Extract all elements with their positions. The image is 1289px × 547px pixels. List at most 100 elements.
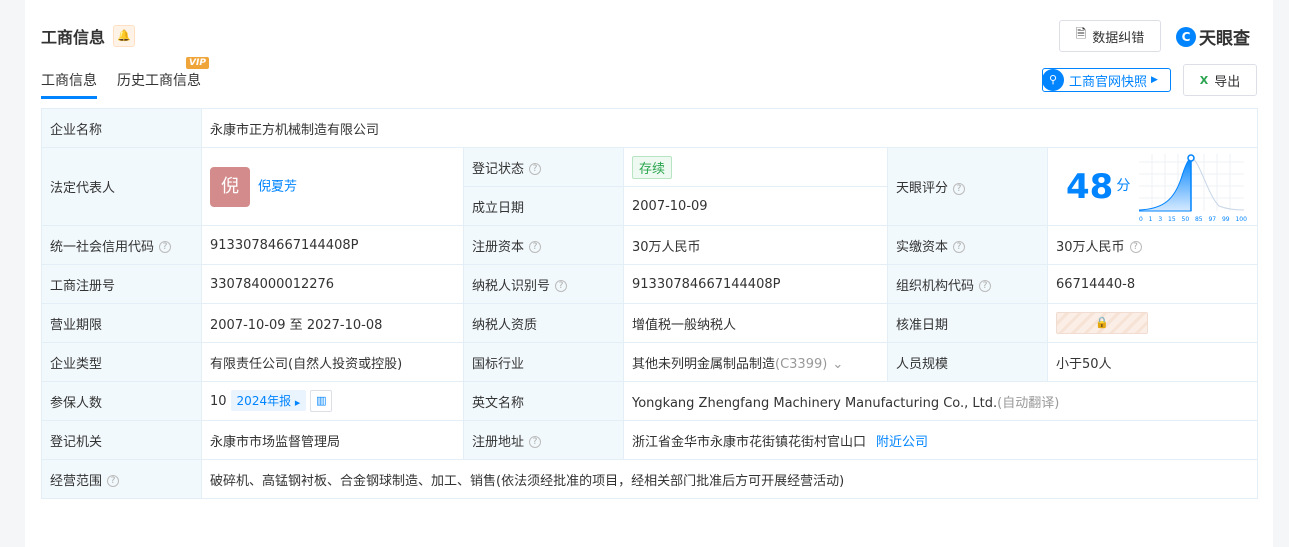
- table-row: 企业名称 永康市正方机械制造有限公司: [41, 108, 1258, 148]
- tianyancha-logo: C 天眼查: [1176, 24, 1250, 49]
- label: 注册资本: [472, 239, 525, 255]
- score-cell[interactable]: 48 分 0 1 3 15 50 85 97 99 100: [1047, 147, 1258, 226]
- label: 参保人数: [41, 381, 202, 421]
- help-icon[interactable]: ?: [979, 280, 992, 292]
- table-row: 登记机关 永康市市场监督管理局 注册地址? 浙江省金华市永康市花街镇花街村官山口…: [41, 420, 1258, 460]
- help-icon[interactable]: ?: [1129, 241, 1142, 253]
- score-distribution-chart: 0 1 3 15 50 85 97 99 100: [1138, 153, 1247, 223]
- table-row: 统一社会信用代码? 91330784667144408P 注册资本? 30万人民…: [41, 225, 1258, 265]
- auto-translate-note: (自动翻译): [997, 395, 1060, 411]
- axis-tick: 50: [1181, 215, 1190, 223]
- label: 登记状态: [472, 161, 525, 177]
- label-cell: 注册地址?: [463, 420, 624, 460]
- business-scope: 破碎机、高锰钢衬板、合金钢球制造、加工、销售(依法须经批准的项目，经相关部门批准…: [201, 459, 1258, 499]
- business-info-card: 工商信息 🔔 工商信息 历史工商信息 VIP 🗎 数据纠错 C 天眼查 ⚲ 工商官网快…: [25, 0, 1273, 547]
- company-type: 有限责任公司(自然人投资或控股): [201, 342, 464, 382]
- official-snapshot-button[interactable]: ⚲ 工商官网快照 ▶: [1042, 68, 1171, 92]
- export-button[interactable]: X 导出: [1183, 64, 1257, 96]
- business-info-table: 企业名称 永康市正方机械制造有限公司 法定代表人 倪倪夏芳 登记状态? 存续 天…: [41, 108, 1258, 499]
- label: 统一社会信用代码: [50, 239, 155, 255]
- label: 组织机构代码: [896, 278, 975, 294]
- axis-tick: 3: [1158, 215, 1163, 223]
- vip-badge: VIP: [186, 57, 209, 69]
- nearby-companies-link[interactable]: 附近公司: [876, 435, 928, 450]
- label: 实缴资本: [896, 239, 949, 255]
- axis-tick: 0: [1139, 215, 1143, 223]
- help-icon[interactable]: ?: [555, 280, 568, 292]
- staff-size: 小于50人: [1047, 342, 1258, 382]
- business-term: 2007-10-09 至 2027-10-08: [201, 303, 464, 343]
- chevron-down-icon[interactable]: ⌄: [832, 357, 843, 372]
- label: 纳税人识别号: [472, 278, 551, 294]
- label: 企业类型: [41, 342, 202, 382]
- annual-report-label: 2024年报: [236, 393, 292, 408]
- section-title: 工商信息: [41, 28, 106, 47]
- tab-history-business-info[interactable]: 历史工商信息: [117, 70, 201, 90]
- help-icon[interactable]: ?: [953, 182, 966, 195]
- legal-rep-link[interactable]: 倪夏芳: [258, 179, 297, 194]
- insured-cell: 10 2024年报 ▶ ▥: [201, 381, 464, 421]
- reg-no: 330784000012276: [201, 264, 464, 304]
- axis-tick: 15: [1168, 215, 1176, 223]
- company-name: 永康市正方机械制造有限公司: [201, 108, 1258, 148]
- bar-chart-icon[interactable]: ▥: [310, 390, 333, 413]
- label-cell: 天眼评分?: [887, 147, 1048, 226]
- table-row: 工商注册号 330784000012276 纳税人识别号? 9133078466…: [41, 264, 1258, 304]
- legal-rep-cell: 倪倪夏芳: [201, 147, 464, 226]
- excel-icon: X: [1199, 73, 1209, 87]
- help-icon[interactable]: ?: [107, 475, 120, 487]
- label-cell: 登记状态?: [463, 147, 624, 187]
- english-name-cell: Yongkang Zhengfang Machinery Manufacturi…: [623, 381, 1258, 421]
- score-unit: 分: [1116, 178, 1131, 194]
- address: 浙江省金华市永康市花街镇花街村官山口: [632, 434, 867, 450]
- report-error-label: 数据纠错: [1092, 30, 1145, 46]
- industry: 其他未列明金属制品制造: [632, 356, 776, 372]
- help-icon[interactable]: ?: [529, 163, 542, 175]
- taxpayer-id: 91330784667144408P: [623, 264, 888, 304]
- axis-tick: 99: [1221, 215, 1230, 223]
- label-cell: 经营范围?: [41, 459, 202, 499]
- axis-tick: 1: [1148, 215, 1153, 223]
- label: 经营范围: [50, 473, 103, 489]
- label: 登记机关: [41, 420, 202, 460]
- paid-capital-cell: 30万人民币?: [1047, 225, 1258, 265]
- label: 工商注册号: [41, 264, 202, 304]
- taxpayer-type: 增值税一般纳税人: [623, 303, 888, 343]
- label: 纳税人资质: [463, 303, 624, 343]
- label-cell: 注册资本?: [463, 225, 624, 265]
- help-icon[interactable]: ?: [953, 241, 966, 253]
- snapshot-label: 工商官网快照: [1069, 74, 1148, 90]
- bell-curve: [1138, 153, 1245, 211]
- help-icon[interactable]: ?: [529, 436, 542, 448]
- industry-code: (C3399): [775, 356, 828, 372]
- paid-capital: 30万人民币: [1056, 239, 1125, 255]
- logo-text: 天眼查: [1199, 29, 1250, 49]
- label: 法定代表人: [41, 147, 202, 226]
- label-cell: 实缴资本?: [887, 225, 1048, 265]
- lock-icon[interactable]: 🔒: [1056, 312, 1148, 334]
- document-icon: 🗎: [1075, 27, 1087, 42]
- tab-business-info[interactable]: 工商信息: [41, 70, 97, 99]
- caret-right-icon: ▶: [294, 398, 301, 407]
- industry-cell[interactable]: 其他未列明金属制品制造(C3399) ⌄: [623, 342, 888, 382]
- label: 企业名称: [41, 108, 202, 148]
- org-code: 66714440-8: [1047, 264, 1258, 304]
- axis-tick: 100: [1235, 215, 1247, 223]
- table-row: 经营范围? 破碎机、高锰钢衬板、合金钢球制造、加工、销售(依法须经批准的项目，经…: [41, 459, 1258, 499]
- approve-date-cell: 🔒: [1047, 303, 1258, 343]
- help-icon[interactable]: ?: [529, 241, 542, 253]
- annual-report-button[interactable]: 2024年报 ▶: [230, 389, 307, 411]
- table-row: 参保人数 10 2024年报 ▶ ▥ 英文名称 Yongkang Zhengfang…: [41, 381, 1258, 421]
- insured-count: 10: [210, 393, 227, 409]
- stamp-icon: ⚲: [1042, 69, 1064, 91]
- founded-date: 2007-10-09: [623, 186, 888, 226]
- label-cell: 纳税人识别号?: [463, 264, 624, 304]
- bell-icon[interactable]: 🔔: [113, 25, 135, 47]
- credit-code: 91330784667144408P: [201, 225, 464, 265]
- label: 英文名称: [463, 381, 624, 421]
- label: 注册地址: [472, 434, 525, 450]
- label: 核准日期: [887, 303, 1048, 343]
- help-icon[interactable]: ?: [159, 241, 172, 253]
- report-error-button[interactable]: 🗎 数据纠错: [1059, 20, 1161, 52]
- label: 成立日期: [463, 186, 624, 226]
